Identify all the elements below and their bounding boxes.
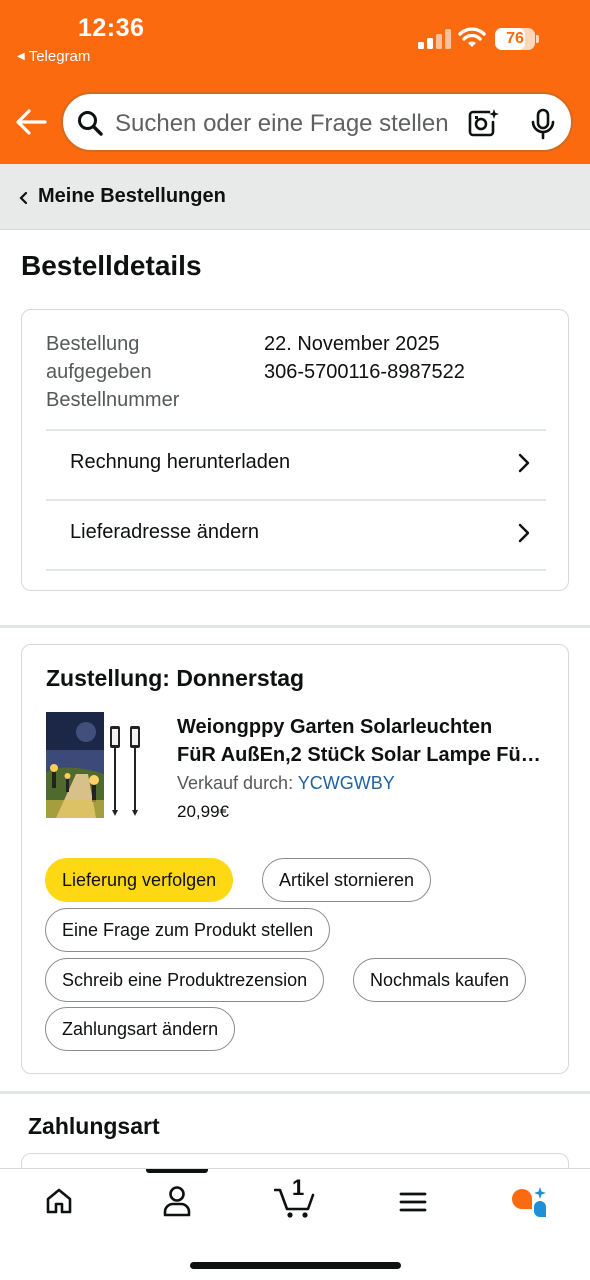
product-price: 20,99€: [177, 802, 229, 821]
ask-question-button[interactable]: Eine Frage zum Produkt stellen: [45, 908, 331, 952]
product-image[interactable]: [46, 712, 152, 818]
camera-search-icon[interactable]: [467, 108, 499, 138]
product-title[interactable]: Weiongppy Garten Solarleuchten FüR AußEn…: [177, 713, 547, 769]
order-info-card: Bestellung aufgegeben Bestellnummer 22. …: [21, 309, 569, 591]
change-address-label: Lieferadresse ändern: [70, 521, 260, 543]
search-icon: [78, 111, 103, 136]
seller-info: Verkauf durch: YCWGWBY: [177, 773, 395, 794]
order-date: 22. November 2025: [264, 333, 440, 355]
change-payment-button[interactable]: Zahlungsart ändern: [45, 1007, 236, 1051]
product-title-line-2: FüR AußEn,2 StüCk Solar Lampe Für Außen: [177, 744, 547, 766]
search-input[interactable]: Suchen oder eine Frage stellen: [115, 110, 455, 138]
back-arrow-icon[interactable]: [15, 108, 47, 136]
download-invoice-row[interactable]: Rechnung herunterladen: [46, 431, 546, 499]
seller-link[interactable]: YCWGWBY: [298, 773, 395, 793]
section-separator: [0, 1091, 590, 1094]
status-time: 12:36: [78, 14, 145, 42]
write-review-button[interactable]: Schreib eine Produktrezension: [45, 958, 325, 1002]
buy-again-button[interactable]: Nochmals kaufen: [353, 958, 527, 1002]
account-icon[interactable]: [163, 1185, 191, 1217]
home-icon[interactable]: [45, 1187, 73, 1215]
cancel-item-button[interactable]: Artikel stornieren: [262, 858, 432, 902]
signal-icon: [418, 29, 451, 49]
track-delivery-button[interactable]: Lieferung verfolgen: [45, 858, 234, 902]
wifi-icon: [458, 27, 486, 47]
cart-count: 1: [292, 1175, 305, 1200]
chevron-right-icon: [518, 453, 530, 473]
back-triangle-icon: ◀: [17, 51, 25, 62]
product-title-line-1: Weiongppy Garten Solarleuchten: [177, 716, 493, 738]
section-separator: [0, 625, 590, 628]
seller-prefix: Verkauf durch:: [177, 773, 294, 793]
microphone-icon[interactable]: [531, 108, 555, 140]
active-tab-indicator: [146, 1169, 208, 1173]
delivery-title: Zustellung: Donnerstag: [46, 665, 305, 691]
search-bar[interactable]: Suchen oder eine Frage stellen: [61, 92, 573, 152]
breadcrumb-label: Meine Bestellungen: [38, 185, 226, 207]
download-invoice-label: Rechnung herunterladen: [70, 451, 291, 473]
shipment-card: Zustellung: Donnerstag Weiongppy Garten …: [21, 644, 569, 1074]
change-address-row[interactable]: Lieferadresse ändern: [46, 501, 546, 569]
cart-button[interactable]: 1: [274, 1175, 316, 1219]
home-indicator: [190, 1262, 401, 1269]
battery-icon: 76: [495, 28, 539, 50]
order-number: 306-5700116-8987522: [264, 361, 465, 383]
battery-level: 76: [506, 30, 524, 47]
back-to-app-link[interactable]: ◀ Telegram: [17, 48, 90, 65]
app-header: 12:36 ◀ Telegram 76 Suchen oder eine Fra…: [0, 0, 590, 164]
page-title: Bestelldetails: [21, 250, 202, 281]
payment-section-title: Zahlungsart: [28, 1113, 160, 1139]
order-number-label: Bestellnummer: [46, 389, 180, 411]
breadcrumb[interactable]: Meine Bestellungen: [0, 164, 590, 230]
chevron-left-icon: [19, 191, 28, 205]
rufus-icon[interactable]: [510, 1185, 548, 1219]
order-placed-label: Bestellung aufgegeben: [46, 333, 152, 383]
chevron-right-icon: [518, 523, 530, 543]
menu-icon[interactable]: [399, 1191, 427, 1213]
divider: [46, 569, 546, 571]
back-app-label: Telegram: [28, 48, 91, 65]
